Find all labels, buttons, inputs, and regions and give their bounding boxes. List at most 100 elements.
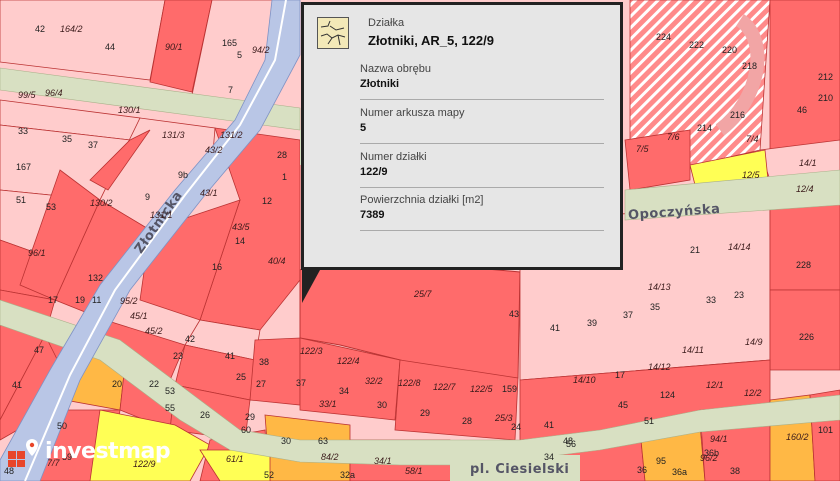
parcel-number-label: 41	[12, 380, 23, 390]
field-powierzchnia: Powierzchnia działki [m2] 7389	[360, 194, 604, 231]
parcel-number-label: 30	[281, 436, 292, 446]
parcel-number-label: 14	[235, 236, 246, 246]
parcel-number-label: 28	[462, 416, 473, 426]
parcel-number-label: 14/10	[573, 375, 596, 385]
parcel-number-label: 101	[818, 425, 834, 435]
popup-title: Złotniki, AR_5, 122/9	[368, 33, 494, 48]
parcel-number-label: 38	[730, 466, 741, 476]
field-value: 5	[360, 122, 367, 134]
parcel-number-label: 46	[797, 105, 808, 115]
field-nazwa-obrebu: Nazwa obrębu Złotniki	[360, 63, 604, 100]
field-value: 7389	[360, 209, 385, 221]
parcel-number-label: 228	[796, 260, 812, 270]
parcel-number-label: 35	[62, 134, 73, 144]
parcel-number-label: 122/7	[433, 382, 456, 392]
parcel-number-label: 122/8	[398, 378, 421, 388]
parcel-number-label: 45	[618, 400, 629, 410]
parcel-number-label: 38	[259, 357, 270, 367]
parcel-number-label: 90/1	[165, 42, 183, 52]
parcel-number-label: 21	[690, 245, 701, 255]
parcel-number-label: 216	[730, 110, 746, 120]
parcel-number-label: 30	[377, 400, 388, 410]
parcel-number-label: 95	[656, 456, 667, 466]
parcel-number-label: 131/1	[150, 210, 173, 220]
parcel-number-label: 11	[92, 295, 102, 305]
parcel-number-label: 42	[185, 334, 196, 344]
parcel-number-label: 14/13	[648, 282, 671, 292]
parcel-number-label: 12/4	[796, 184, 814, 194]
parcel-number-label: 5	[237, 50, 243, 60]
parcel-number-label: 17	[615, 370, 626, 380]
parcel-number-label: 56	[566, 439, 577, 449]
parcel-number-label: 12/5	[742, 170, 760, 180]
parcel-number-label: 37	[296, 378, 307, 388]
parcel-number-label: 32a	[340, 470, 356, 480]
parcel-number-label: 122/3	[300, 346, 323, 356]
parcel-number-label: 35	[650, 302, 661, 312]
parcel-number-label: 33	[18, 126, 29, 136]
parcel-number-label: 36a	[672, 467, 688, 477]
parcel-number-label: 14/9	[745, 337, 763, 347]
parcel-number-label: 95/2	[120, 296, 138, 306]
parcel-number-label: 96/1	[28, 248, 46, 258]
parcel-number-label: 1	[282, 172, 288, 182]
parcel-number-label: 226	[799, 332, 815, 342]
parcel-number-label: 48	[4, 466, 15, 476]
popup-pointer	[302, 270, 320, 303]
parcel-number-label: 130/2	[90, 198, 113, 208]
parcel	[769, 199, 840, 291]
parcel-info-popup[interactable]: Działka Złotniki, AR_5, 122/9 Nazwa obrę…	[301, 2, 623, 270]
parcel-number-label: 45/1	[130, 311, 148, 321]
parcel-number-label: 7/6	[667, 132, 680, 142]
logo-text: investmap	[45, 439, 171, 464]
parcel-number-label: 99/5	[18, 90, 36, 100]
parcel-number-label: 26	[200, 410, 211, 420]
parcel-number-label: 33	[706, 295, 717, 305]
parcel-number-label: 40/4	[268, 256, 286, 266]
parcel-number-label: 25	[236, 372, 247, 382]
parcel-number-label: 96/2	[700, 453, 718, 463]
field-key: Powierzchnia działki [m2]	[360, 194, 484, 206]
parcel-number-label: 43/2	[205, 145, 223, 155]
parcel-number-label: 37	[88, 140, 99, 150]
parcel-number-label: 43	[509, 309, 520, 319]
parcel-number-label: 29	[245, 412, 256, 422]
parcel-number-label: 41	[544, 420, 555, 430]
parcel-number-label: 27	[256, 379, 267, 389]
parcel-number-label: 214	[697, 123, 713, 133]
field-numer-arkusza: Numer arkusza mapy 5	[360, 107, 604, 144]
parcel-number-label: 220	[722, 45, 738, 55]
parcel-number-label: 12/1	[706, 380, 724, 390]
parcel-number-label: 94/1	[710, 434, 728, 444]
parcel-number-label: 12/2	[744, 388, 762, 398]
parcel-number-label: 212	[818, 72, 834, 82]
parcel-number-label: 41	[225, 351, 236, 361]
parcel-number-label: 34/1	[374, 456, 392, 466]
parcel-number-label: 61/1	[226, 454, 244, 464]
parcel-number-label: 94/2	[252, 45, 270, 55]
parcel-shape-icon	[317, 17, 349, 49]
parcel-number-label: 37	[623, 310, 634, 320]
street-label-pl-ciesielski: pl. Ciesielski	[470, 462, 570, 477]
parcel-number-label: 7	[228, 85, 234, 95]
parcel-number-label: 14/1	[799, 158, 817, 168]
parcel-number-label: 39	[587, 318, 598, 328]
parcel-number-label: 14/12	[648, 362, 671, 372]
parcel-number-label: 16	[212, 262, 223, 272]
parcel-number-label: 165	[222, 38, 238, 48]
parcel-number-label: 43/1	[200, 188, 218, 198]
field-key: Numer działki	[360, 151, 427, 163]
parcel-number-label: 36	[637, 465, 648, 475]
parcel-number-label: 7/5	[636, 144, 649, 154]
investmap-logo-icon	[8, 439, 38, 467]
parcel-number-label: 53	[46, 202, 57, 212]
parcel-number-label: 164/2	[60, 24, 83, 34]
parcel-number-label: 22	[149, 379, 160, 389]
parcel-number-label: 7/4	[746, 134, 759, 144]
parcel-number-label: 218	[742, 61, 758, 71]
parcel-number-label: 60	[241, 425, 252, 435]
field-value: Złotniki	[360, 78, 400, 90]
parcel-number-label: 17	[48, 295, 59, 305]
parcel-number-label: 159	[502, 384, 518, 394]
parcel-number-label: 43/5	[232, 222, 250, 232]
